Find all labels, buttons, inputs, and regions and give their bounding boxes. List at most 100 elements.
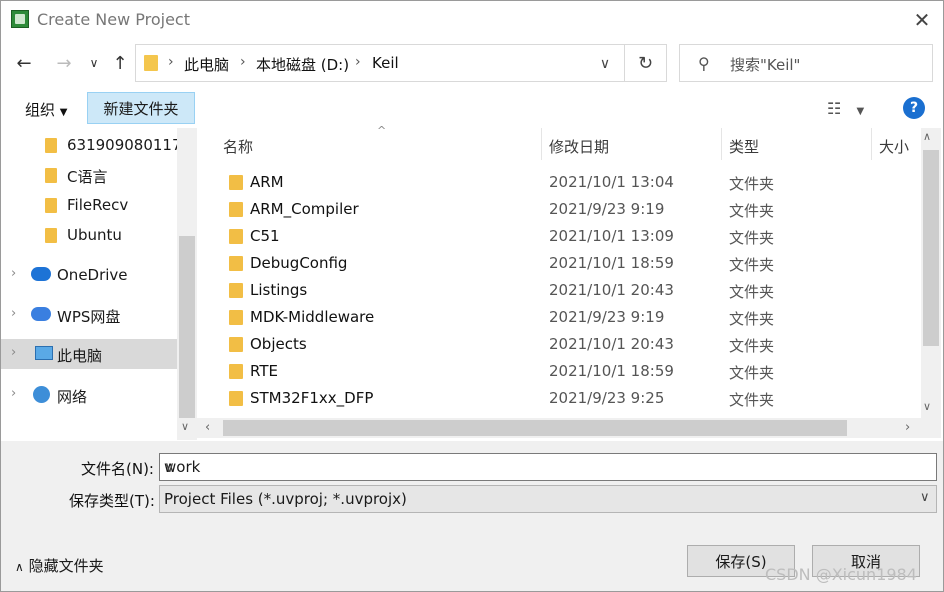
column-header-name[interactable]: 名称 [197, 128, 541, 160]
filename-field[interactable]: work ∨ [159, 453, 937, 481]
expand-chevron-icon[interactable]: › [11, 266, 16, 281]
table-row[interactable]: MDK-Middleware 2021/9/23 9:19 文件夹 [197, 304, 921, 331]
folder-icon [229, 391, 243, 406]
table-row[interactable]: RTE 2021/10/1 18:59 文件夹 [197, 358, 921, 385]
horizontal-scrollbar-thumb[interactable] [223, 420, 847, 436]
change-view-button[interactable]: ☷ ▼ [827, 99, 864, 118]
chevron-down-icon: ∨ [920, 490, 930, 505]
folder-icon [229, 175, 243, 190]
sidebar-item-label: 网络 [57, 388, 88, 406]
recent-locations-button[interactable]: ∨ [81, 49, 107, 77]
back-button[interactable]: ← [11, 49, 37, 77]
folder-icon [229, 229, 243, 244]
close-icon: ✕ [913, 8, 931, 32]
file-date: 2021/10/1 13:09 [549, 227, 674, 245]
hide-folders-toggle[interactable]: ∧ 隐藏文件夹 [15, 555, 104, 576]
network-icon [33, 386, 50, 403]
scroll-up-icon[interactable]: ∧ [923, 130, 931, 143]
close-button[interactable]: ✕ [905, 7, 939, 33]
new-folder-button[interactable]: 新建文件夹 [87, 92, 195, 124]
scroll-right-icon[interactable]: › [905, 420, 910, 435]
column-header-date[interactable]: 修改日期 [542, 128, 721, 160]
column-header-size[interactable]: 大小 [872, 128, 920, 160]
folder-icon [229, 310, 243, 325]
sidebar-item-onedrive[interactable]: › OneDrive [1, 260, 177, 290]
scroll-left-icon[interactable]: ‹ [205, 420, 210, 435]
sidebar-item-label: OneDrive [57, 266, 128, 284]
file-type: 文件夹 [729, 283, 775, 301]
refresh-icon: ↻ [637, 52, 654, 74]
file-type: 文件夹 [729, 175, 775, 193]
sidebar-item-this-pc[interactable]: › 此电脑 [1, 339, 177, 369]
details-view-icon: ☷ [827, 99, 842, 118]
sidebar-item-label: FileRecv [67, 196, 129, 214]
breadcrumb-keil[interactable]: Keil [372, 54, 399, 72]
scroll-down-icon[interactable]: ∨ [181, 420, 189, 433]
file-name: DebugConfig [250, 254, 348, 272]
folder-icon [229, 337, 243, 352]
filetype-label: 保存类型(T): [69, 492, 155, 510]
file-type: 文件夹 [729, 202, 775, 220]
refresh-button[interactable]: ↻ [625, 44, 667, 82]
file-date: 2021/9/23 9:19 [549, 200, 665, 218]
file-date: 2021/10/1 13:04 [549, 173, 674, 191]
address-dropdown-button[interactable]: ∨ [594, 53, 616, 75]
table-row[interactable]: DebugConfig 2021/10/1 18:59 文件夹 [197, 250, 921, 277]
table-row[interactable]: STM32F1xx_DFP 2021/9/23 9:25 文件夹 [197, 385, 921, 412]
sidebar-item-631909080117[interactable]: 631909080117 [1, 130, 182, 160]
nav-scrollbar-thumb[interactable] [179, 236, 195, 418]
file-date: 2021/10/1 20:43 [549, 335, 674, 353]
folder-icon [229, 283, 243, 298]
file-date: 2021/10/1 18:59 [549, 362, 674, 380]
breadcrumb-this-pc[interactable]: 此电脑 [184, 54, 229, 75]
table-row[interactable]: C51 2021/10/1 13:09 文件夹 [197, 223, 921, 250]
up-button[interactable]: ↑ [107, 49, 133, 77]
sidebar-item-c-language[interactable]: C语言 [1, 160, 177, 190]
table-row[interactable]: Listings 2021/10/1 20:43 文件夹 [197, 277, 921, 304]
sidebar-item-ubuntu[interactable]: Ubuntu [1, 220, 177, 250]
folder-icon [229, 364, 243, 379]
caret-down-icon: ▼ [59, 107, 68, 118]
table-row[interactable]: ARM 2021/10/1 13:04 文件夹 [197, 169, 921, 196]
address-bar[interactable]: › 此电脑 › 本地磁盘 (D:) › Keil ∨ [135, 44, 625, 82]
filetype-select[interactable]: Project Files (*.uvproj; *.uvprojx) ∨ [159, 485, 937, 513]
search-input[interactable]: ⚲ 搜索"Keil" [679, 44, 933, 82]
expand-chevron-icon[interactable]: › [11, 386, 16, 401]
expand-chevron-icon[interactable]: › [11, 345, 16, 360]
help-button[interactable]: ? [903, 97, 925, 119]
table-row[interactable]: Objects 2021/10/1 20:43 文件夹 [197, 331, 921, 358]
file-date: 2021/10/1 18:59 [549, 254, 674, 272]
sidebar-item-network[interactable]: › 网络 [1, 380, 177, 410]
computer-icon [35, 346, 53, 360]
folder-icon [45, 198, 57, 213]
file-name: STM32F1xx_DFP [250, 389, 374, 407]
table-row[interactable]: ARM_Compiler 2021/9/23 9:19 文件夹 [197, 196, 921, 223]
sidebar-item-filerecv[interactable]: FileRecv [1, 190, 177, 220]
chevron-up-icon: ∧ [15, 560, 24, 574]
keil-app-icon [11, 10, 29, 28]
file-name: ARM [250, 173, 284, 191]
column-header-type[interactable]: 类型 [722, 128, 871, 160]
search-placeholder: 搜索"Keil" [730, 56, 801, 74]
column-header-label: 大小 [879, 138, 910, 156]
file-type: 文件夹 [729, 337, 775, 355]
file-list-horizontal-scrollbar[interactable]: ‹ › [197, 418, 941, 438]
file-list-vertical-scrollbar[interactable]: ∧ ∨ [921, 128, 941, 418]
file-name: Objects [250, 335, 307, 353]
column-header-label: 修改日期 [549, 138, 610, 156]
breadcrumb-drive-d[interactable]: 本地磁盘 (D:) [256, 54, 349, 75]
arrow-left-icon: ← [16, 52, 32, 74]
expand-chevron-icon[interactable]: › [11, 306, 16, 321]
search-icon: ⚲ [698, 54, 710, 73]
file-type: 文件夹 [729, 364, 775, 382]
file-type: 文件夹 [729, 391, 775, 409]
organize-menu[interactable]: 组织 ▼ [25, 99, 68, 120]
forward-button[interactable]: → [51, 49, 77, 77]
chevron-down-icon[interactable]: ∨ [164, 458, 175, 476]
scroll-down-icon[interactable]: ∨ [923, 400, 931, 413]
create-project-dialog: Create New Project ✕ ← → ∨ ↑ › 此电脑 › 本地磁… [0, 0, 944, 592]
file-date: 2021/9/23 9:25 [549, 389, 665, 407]
vertical-scrollbar-thumb[interactable] [923, 150, 939, 346]
sidebar-item-wps-cloud[interactable]: › WPS网盘 [1, 300, 177, 330]
arrow-right-icon: → [56, 52, 72, 74]
